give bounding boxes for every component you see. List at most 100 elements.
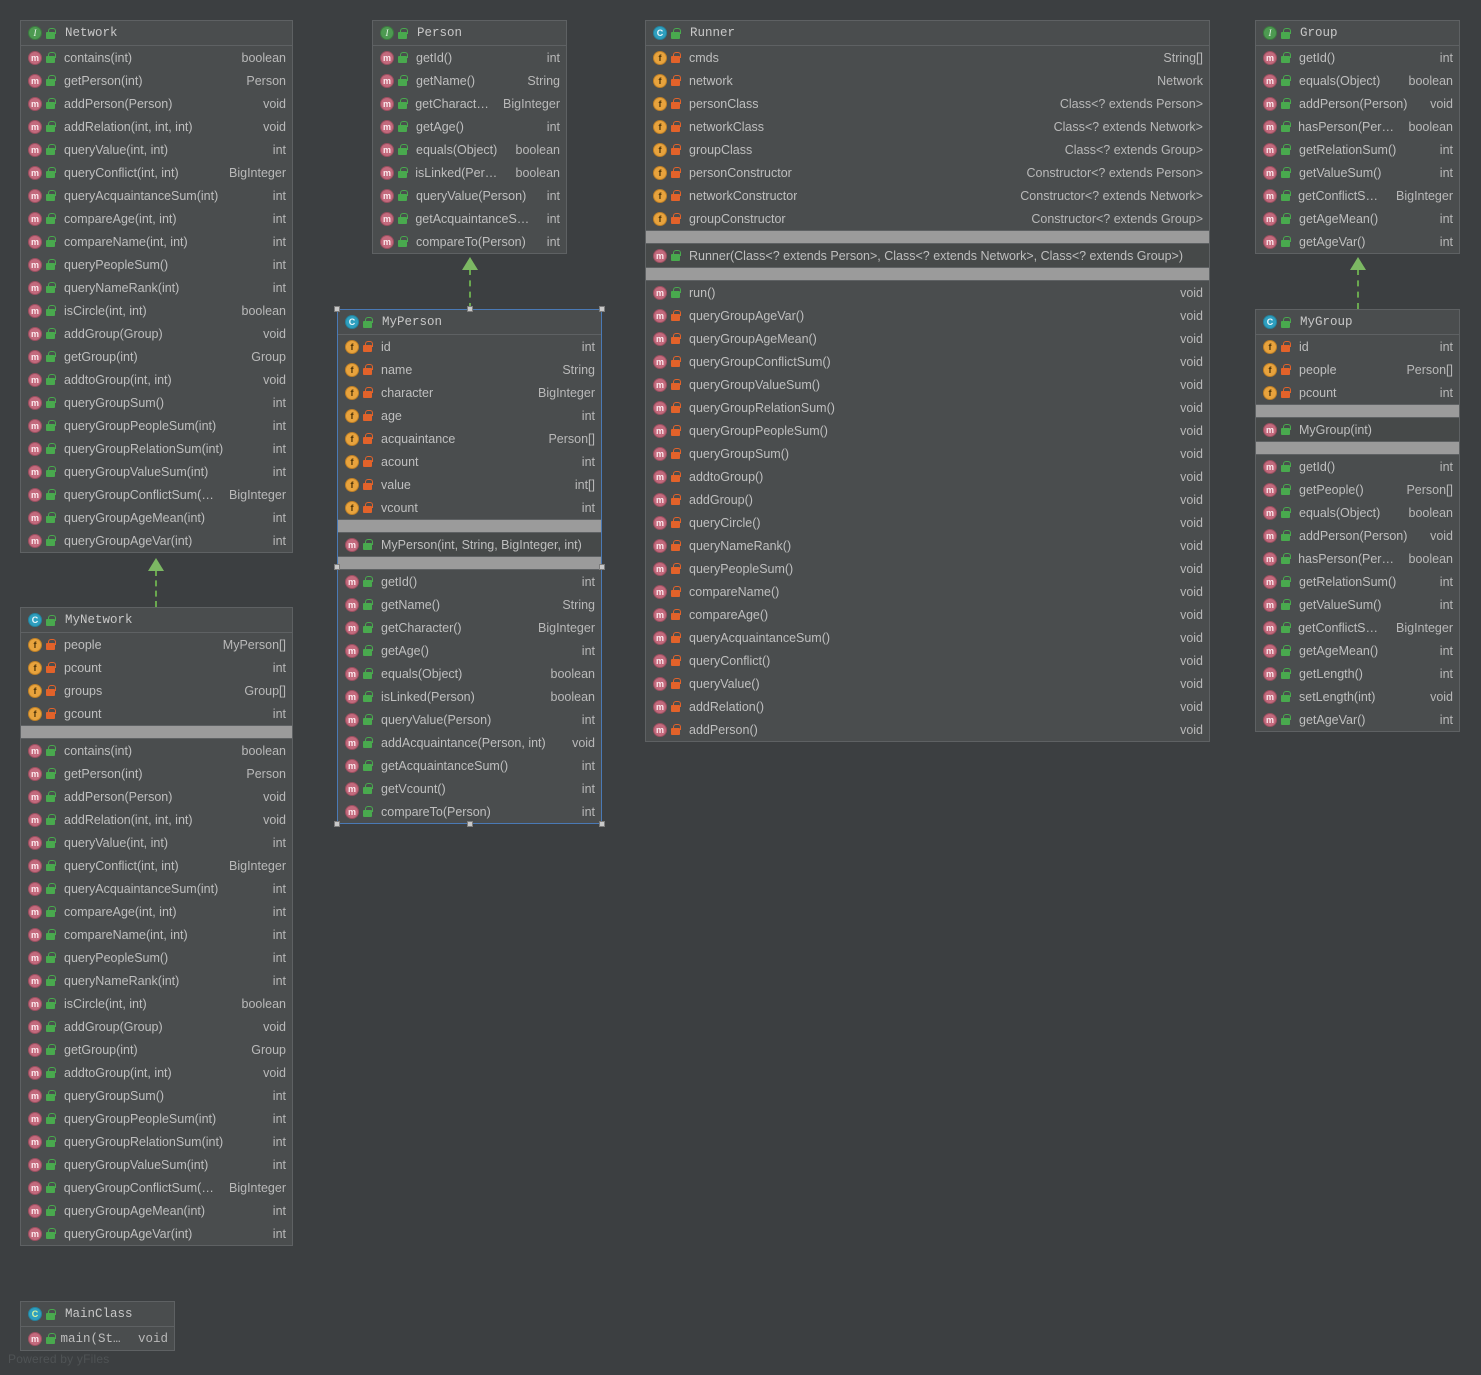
method-row[interactable]: m queryAcquaintanceSum() void (646, 626, 1209, 649)
method-row[interactable]: m queryValue(int, int) int (21, 138, 292, 161)
method-row[interactable]: m addGroup(Group) void (21, 1015, 292, 1038)
method-row[interactable]: m queryGroupRelationSum(int) int (21, 437, 292, 460)
method-row[interactable]: m queryGroupSum() void (646, 442, 1209, 465)
method-row[interactable]: m compareTo(Person) int (338, 800, 601, 823)
method-row[interactable]: m queryGroupAgeMean(int) int (21, 506, 292, 529)
field-row[interactable]: f groupConstructor Constructor<? extends G… (646, 207, 1209, 230)
method-row[interactable]: m isCircle(int, int) boolean (21, 299, 292, 322)
method-row[interactable]: m addGroup() void (646, 488, 1209, 511)
method-row[interactable]: m getConflictSum() BigInteger (1256, 184, 1459, 207)
class-header-person[interactable]: I Person (373, 21, 566, 46)
class-header-network[interactable]: I Network (21, 21, 292, 46)
uml-class-mygroup[interactable]: C MyGroup f id int f people Person[] f pcount int m… (1255, 309, 1460, 732)
method-row[interactable]: m getAge() int (338, 639, 601, 662)
method-row[interactable]: m queryNameRank(int) int (21, 969, 292, 992)
method-row[interactable]: m compareName(int, int) int (21, 923, 292, 946)
method-row[interactable]: m addPerson(Person) void (21, 785, 292, 808)
method-row[interactable]: m setLength(int) void (1256, 685, 1459, 708)
method-row[interactable]: m queryValue(int, int) int (21, 831, 292, 854)
constructor-row[interactable]: m MyPerson(int, String, BigInteger, int) (338, 533, 601, 556)
method-row[interactable]: m addPerson() void (646, 718, 1209, 741)
method-row[interactable]: m equals(Object) boolean (1256, 501, 1459, 524)
method-row[interactable]: m equals(Object) boolean (1256, 69, 1459, 92)
uml-diagram-canvas[interactable]: I Network m contains(int) boolean m getPerson(… (0, 0, 1481, 1375)
method-row[interactable]: m addGroup(Group) void (21, 322, 292, 345)
method-row[interactable]: m queryGroupAgeVar() void (646, 304, 1209, 327)
method-row[interactable]: m getVcount() int (338, 777, 601, 800)
method-row[interactable]: m hasPerson(Person) boolean (1256, 547, 1459, 570)
method-row[interactable]: m getAgeMean() int (1256, 639, 1459, 662)
uml-class-person[interactable]: I Person m getId() int m getName() String m getCh… (372, 20, 567, 254)
field-row[interactable]: f people MyPerson[] (21, 633, 292, 656)
field-row[interactable]: f pcount int (21, 656, 292, 679)
class-header-group[interactable]: I Group (1256, 21, 1459, 46)
method-row[interactable]: m addPerson(Person) void (21, 92, 292, 115)
class-header-myperson[interactable]: C MyPerson (338, 310, 601, 335)
selection-handle[interactable] (466, 821, 473, 827)
class-header-mynetwork[interactable]: C MyNetwork (21, 608, 292, 633)
method-row[interactable]: m queryGroupRelationSum(int) int (21, 1130, 292, 1153)
field-row[interactable]: f groupClass Class<? extends Group> (646, 138, 1209, 161)
method-row[interactable]: m compareAge() void (646, 603, 1209, 626)
method-row[interactable]: m main(String[]) void (21, 1327, 174, 1350)
method-row[interactable]: m queryGroupSum() int (21, 1084, 292, 1107)
uml-class-mynetwork[interactable]: C MyNetwork f people MyPerson[] f pcount int f gr… (20, 607, 293, 1246)
field-row[interactable]: f gcount int (21, 702, 292, 725)
selection-handle[interactable] (599, 306, 605, 312)
method-row[interactable]: m equals(Object) boolean (338, 662, 601, 685)
method-row[interactable]: m compareTo(Person) int (373, 230, 566, 253)
method-row[interactable]: m isLinked(Person) boolean (373, 161, 566, 184)
method-row[interactable]: m queryNameRank(int) int (21, 276, 292, 299)
method-row[interactable]: m queryPeopleSum() int (21, 253, 292, 276)
method-row[interactable]: m queryGroupConflictSum(int) BigInteger (21, 1176, 292, 1199)
uml-class-group[interactable]: I Group m getId() int m equals(Object) boolean m… (1255, 20, 1460, 254)
selection-handle[interactable] (599, 821, 605, 827)
field-row[interactable]: f networkClass Class<? extends Network> (646, 115, 1209, 138)
field-row[interactable]: f network Network (646, 69, 1209, 92)
method-row[interactable]: m isLinked(Person) boolean (338, 685, 601, 708)
constructor-row[interactable]: m Runner(Class<? extends Person>, Class<?… (646, 244, 1209, 267)
method-row[interactable]: m queryConflict(int, int) BigInteger (21, 854, 292, 877)
method-row[interactable]: m compareName(int, int) int (21, 230, 292, 253)
method-row[interactable]: m getAcquaintanceSum() int (373, 207, 566, 230)
method-row[interactable]: m getName() String (373, 69, 566, 92)
method-row[interactable]: m addPerson(Person) void (1256, 92, 1459, 115)
method-row[interactable]: m queryGroupValueSum(int) int (21, 1153, 292, 1176)
uml-class-myperson[interactable]: C MyPerson f id int f name String f character BigI… (337, 309, 602, 824)
constructor-row[interactable]: m MyGroup(int) (1256, 418, 1459, 441)
method-row[interactable]: m queryGroupPeopleSum(int) int (21, 414, 292, 437)
method-row[interactable]: m queryGroupAgeVar(int) int (21, 529, 292, 552)
selection-handle[interactable] (334, 563, 340, 570)
method-row[interactable]: m getAgeVar() int (1256, 230, 1459, 253)
method-row[interactable]: m getAge() int (373, 115, 566, 138)
method-row[interactable]: m contains(int) boolean (21, 739, 292, 762)
field-row[interactable]: f people Person[] (1256, 358, 1459, 381)
method-row[interactable]: m queryGroupPeopleSum(int) int (21, 1107, 292, 1130)
method-row[interactable]: m compareName() void (646, 580, 1209, 603)
method-row[interactable]: m queryGroupAgeMean(int) int (21, 1199, 292, 1222)
method-row[interactable]: m getRelationSum() int (1256, 138, 1459, 161)
method-row[interactable]: m getName() String (338, 593, 601, 616)
uml-class-network[interactable]: I Network m contains(int) boolean m getPerson(… (20, 20, 293, 553)
method-row[interactable]: m run() void (646, 281, 1209, 304)
method-row[interactable]: m addtoGroup(int, int) void (21, 368, 292, 391)
field-row[interactable]: f value int[] (338, 473, 601, 496)
method-row[interactable]: m queryGroupConflictSum() void (646, 350, 1209, 373)
method-row[interactable]: m queryGroupValueSum() void (646, 373, 1209, 396)
selection-handle[interactable] (334, 821, 340, 827)
selection-handle[interactable] (599, 563, 605, 570)
method-row[interactable]: m getId() int (1256, 46, 1459, 69)
method-row[interactable]: m equals(Object) boolean (373, 138, 566, 161)
method-row[interactable]: m contains(int) boolean (21, 46, 292, 69)
method-row[interactable]: m getValueSum() int (1256, 593, 1459, 616)
method-row[interactable]: m queryGroupAgeVar(int) int (21, 1222, 292, 1245)
method-row[interactable]: m queryGroupSum() int (21, 391, 292, 414)
method-row[interactable]: m queryGroupValueSum(int) int (21, 460, 292, 483)
method-row[interactable]: m getPeople() Person[] (1256, 478, 1459, 501)
method-row[interactable]: m hasPerson(Person) boolean (1256, 115, 1459, 138)
method-row[interactable]: m addRelation(int, int, int) void (21, 808, 292, 831)
method-row[interactable]: m queryNameRank() void (646, 534, 1209, 557)
field-row[interactable]: f name String (338, 358, 601, 381)
method-row[interactable]: m addtoGroup() void (646, 465, 1209, 488)
uml-class-runner[interactable]: C Runner f cmds String[] f network Network f pers… (645, 20, 1210, 742)
